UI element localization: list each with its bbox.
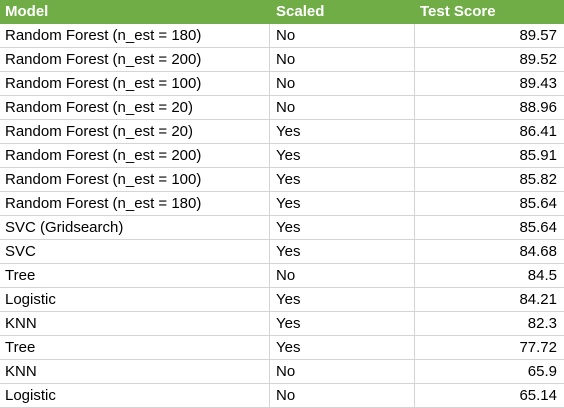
cell-scaled[interactable]: Yes xyxy=(270,120,415,144)
table-row: Random Forest (n_est = 200) Yes 85.91 xyxy=(0,144,564,168)
table-row: Tree No 84.5 xyxy=(0,264,564,288)
cell-model[interactable]: Logistic xyxy=(0,288,270,312)
table-row: Random Forest (n_est = 180) Yes 85.64 xyxy=(0,192,564,216)
cell-scaled[interactable]: No xyxy=(270,48,415,72)
cell-model[interactable]: Random Forest (n_est = 20) xyxy=(0,120,270,144)
cell-test-score[interactable]: 85.82 xyxy=(415,168,564,192)
cell-scaled[interactable]: Yes xyxy=(270,144,415,168)
results-table: Model Scaled Test Score Random Forest (n… xyxy=(0,0,564,408)
table-row: KNN No 65.9 xyxy=(0,360,564,384)
cell-model[interactable]: KNN xyxy=(0,360,270,384)
cell-test-score[interactable]: 85.91 xyxy=(415,144,564,168)
cell-model[interactable]: Random Forest (n_est = 180) xyxy=(0,24,270,48)
table-row: Random Forest (n_est = 180) No 89.57 xyxy=(0,24,564,48)
cell-model[interactable]: Random Forest (n_est = 100) xyxy=(0,72,270,96)
table-row: SVC Yes 84.68 xyxy=(0,240,564,264)
cell-test-score[interactable]: 89.52 xyxy=(415,48,564,72)
cell-test-score[interactable]: 85.64 xyxy=(415,216,564,240)
table-row: Random Forest (n_est = 100) Yes 85.82 xyxy=(0,168,564,192)
cell-test-score[interactable]: 84.68 xyxy=(415,240,564,264)
header-row: Model Scaled Test Score xyxy=(0,0,564,24)
cell-scaled[interactable]: No xyxy=(270,24,415,48)
cell-model[interactable]: Logistic xyxy=(0,384,270,408)
table-row: Logistic Yes 84.21 xyxy=(0,288,564,312)
cell-scaled[interactable]: No xyxy=(270,96,415,120)
cell-test-score[interactable]: 85.64 xyxy=(415,192,564,216)
table-row: Random Forest (n_est = 200) No 89.52 xyxy=(0,48,564,72)
header-test-score[interactable]: Test Score xyxy=(415,0,564,24)
cell-test-score[interactable]: 86.41 xyxy=(415,120,564,144)
cell-scaled[interactable]: Yes xyxy=(270,336,415,360)
cell-test-score[interactable]: 65.14 xyxy=(415,384,564,408)
cell-model[interactable]: KNN xyxy=(0,312,270,336)
cell-model[interactable]: Tree xyxy=(0,264,270,288)
cell-test-score[interactable]: 89.43 xyxy=(415,72,564,96)
cell-model[interactable]: Random Forest (n_est = 200) xyxy=(0,144,270,168)
header-scaled[interactable]: Scaled xyxy=(270,0,415,24)
cell-test-score[interactable]: 84.21 xyxy=(415,288,564,312)
cell-test-score[interactable]: 89.57 xyxy=(415,24,564,48)
cell-scaled[interactable]: No xyxy=(270,72,415,96)
cell-test-score[interactable]: 77.72 xyxy=(415,336,564,360)
cell-model[interactable]: Tree xyxy=(0,336,270,360)
cell-model[interactable]: Random Forest (n_est = 200) xyxy=(0,48,270,72)
cell-test-score[interactable]: 88.96 xyxy=(415,96,564,120)
cell-test-score[interactable]: 82.3 xyxy=(415,312,564,336)
table-row: Random Forest (n_est = 20) Yes 86.41 xyxy=(0,120,564,144)
table-row: KNN Yes 82.3 xyxy=(0,312,564,336)
cell-scaled[interactable]: Yes xyxy=(270,168,415,192)
header-model[interactable]: Model xyxy=(0,0,270,24)
cell-model[interactable]: SVC xyxy=(0,240,270,264)
table-row: Random Forest (n_est = 20) No 88.96 xyxy=(0,96,564,120)
cell-scaled[interactable]: Yes xyxy=(270,312,415,336)
table-row: Tree Yes 77.72 xyxy=(0,336,564,360)
cell-scaled[interactable]: No xyxy=(270,360,415,384)
cell-scaled[interactable]: No xyxy=(270,384,415,408)
cell-model[interactable]: Random Forest (n_est = 180) xyxy=(0,192,270,216)
cell-test-score[interactable]: 65.9 xyxy=(415,360,564,384)
cell-scaled[interactable]: Yes xyxy=(270,216,415,240)
cell-scaled[interactable]: No xyxy=(270,264,415,288)
cell-scaled[interactable]: Yes xyxy=(270,288,415,312)
cell-model[interactable]: Random Forest (n_est = 20) xyxy=(0,96,270,120)
cell-model[interactable]: Random Forest (n_est = 100) xyxy=(0,168,270,192)
table-row: SVC (Gridsearch) Yes 85.64 xyxy=(0,216,564,240)
table-row: Random Forest (n_est = 100) No 89.43 xyxy=(0,72,564,96)
cell-scaled[interactable]: Yes xyxy=(270,240,415,264)
table-row: Logistic No 65.14 xyxy=(0,384,564,408)
cell-test-score[interactable]: 84.5 xyxy=(415,264,564,288)
cell-model[interactable]: SVC (Gridsearch) xyxy=(0,216,270,240)
cell-scaled[interactable]: Yes xyxy=(270,192,415,216)
